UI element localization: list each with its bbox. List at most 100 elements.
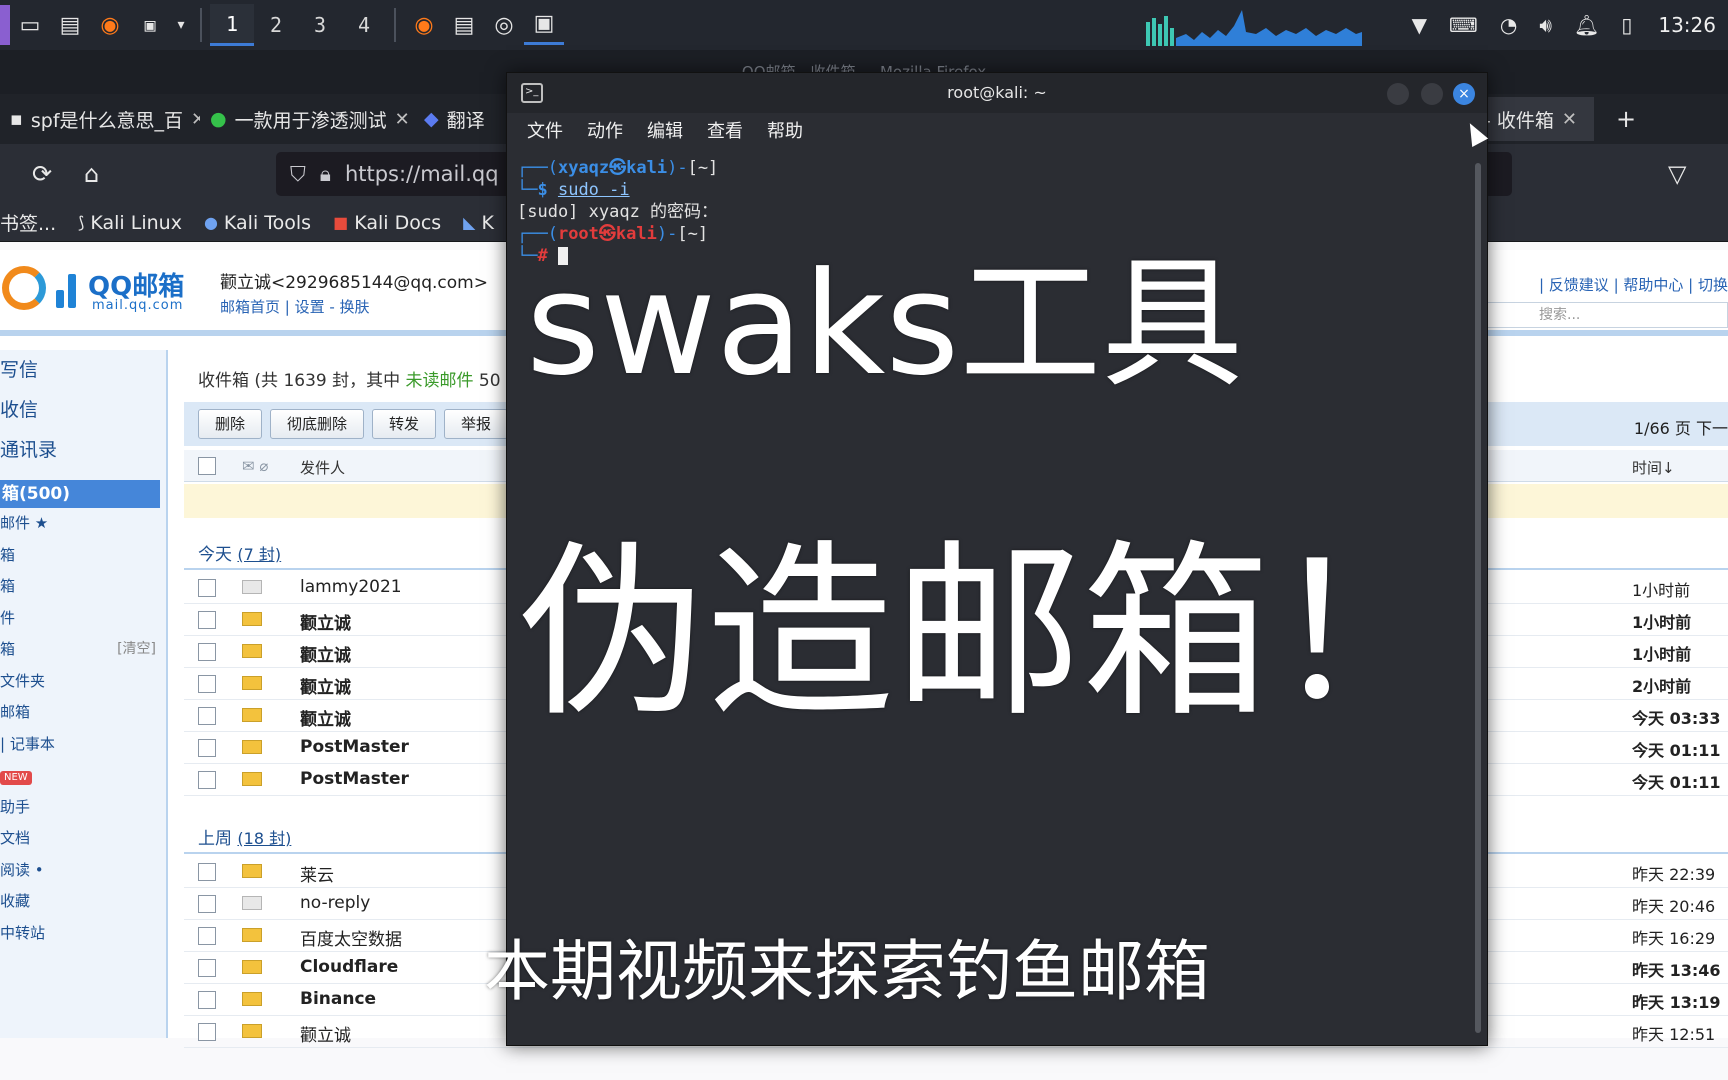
mail-sender[interactable]: 颧立诚 [300,609,351,634]
group-count-link[interactable]: (18 封) [237,829,291,848]
mail-sender[interactable]: PostMaster [300,769,409,789]
account-links[interactable]: 邮箱首页 | 设置 - 换肤 [220,296,370,317]
menu-action[interactable]: 动作 [587,117,623,143]
new-tab-button[interactable]: + [1594,97,1646,141]
clock[interactable]: 13:26 [1658,13,1716,37]
sidebar-item-drafts[interactable]: 箱 [0,540,166,572]
text-editor-icon[interactable]: ▤ [50,5,90,45]
delete-button[interactable]: 删除 [198,409,263,439]
sidebar-item-assistant[interactable]: 助手 [0,792,166,824]
terminal-titlebar[interactable]: >_ root@kali: ~ × [507,73,1487,113]
row-checkbox[interactable] [198,707,216,725]
column-from[interactable]: 发件人 [300,457,345,478]
mail-sender[interactable]: Cloudflare [300,957,398,977]
pocket-icon[interactable]: ▽ [1668,160,1686,188]
group-count-link[interactable]: (7 封) [237,545,281,564]
bookmark-k[interactable]: ◣ K [463,212,494,234]
sidebar-item-transfer[interactable]: 中转站 [0,918,166,950]
qq-mail-logo[interactable]: QQ邮箱 mail.qq.com [0,262,195,318]
tab-qqmail-inbox[interactable]: - 收件箱 ✕ [1474,97,1594,141]
tab-spf[interactable]: ▪ spf是什么意思_百 ✕ [0,97,200,141]
url-text[interactable]: https://mail.qq [345,162,499,186]
select-all-checkbox[interactable] [198,457,216,475]
firefox-window-icon[interactable]: ◉ [404,5,444,45]
row-checkbox[interactable] [198,579,216,597]
battery-icon[interactable]: ▯ [1621,13,1632,37]
menu-help[interactable]: 帮助 [767,117,803,143]
mail-sender[interactable]: PostMaster [300,737,409,757]
mail-sender[interactable]: 颧立诚 [300,705,351,730]
menu-edit[interactable]: 编辑 [647,117,683,143]
forward-button[interactable]: 转发 [372,409,437,439]
sidebar-item-folders[interactable]: 文件夹 [0,666,166,698]
notification-bell-icon[interactable]: 🔔︎ [1574,13,1599,37]
sidebar-item-starred[interactable]: 邮件 ★ [0,508,166,540]
keyboard-icon[interactable]: ⌨ [1449,13,1478,37]
bookmark-kali-linux[interactable]: ⟆ Kali Linux [78,212,182,234]
row-checkbox[interactable] [198,643,216,661]
wifi-icon[interactable]: ▼ [1412,13,1427,37]
sidebar-item-notes[interactable]: | 记事本 [0,729,166,761]
home-icon[interactable]: ⌂ [84,160,99,188]
mail-sender[interactable]: 颧立诚 [300,641,351,666]
tab-pentest[interactable]: ● 一款用于渗透测试 ✕ [200,97,414,141]
mail-sender[interactable]: 颧立诚 [300,1021,351,1046]
sidebar-item-reading[interactable]: 阅读 • [0,855,166,887]
row-checkbox[interactable] [198,895,216,913]
row-checkbox[interactable] [198,863,216,881]
row-checkbox[interactable] [198,675,216,693]
row-checkbox[interactable] [198,959,216,977]
menu-view[interactable]: 查看 [707,117,743,143]
vpn-icon[interactable]: ◔ [1500,13,1517,37]
chevron-down-icon[interactable]: ▾ [170,5,192,45]
minimize-button[interactable] [1387,83,1409,105]
bookmark-kali-docs[interactable]: ■ Kali Docs [333,212,441,234]
contacts-link[interactable]: 通讯录 [0,430,166,470]
sidebar-item-spam[interactable]: 箱 [清空] [0,634,166,666]
maximize-button[interactable] [1421,83,1443,105]
receive-link[interactable]: 收信 [0,390,166,430]
terminal-scrollbar[interactable] [1475,163,1481,1033]
workspace-2[interactable]: 2 [254,4,298,46]
workspace-1[interactable]: 1 [210,4,254,46]
permanent-delete-button[interactable]: 彻底删除 [270,409,365,439]
terminal-window-icon[interactable]: ▣ [524,5,564,45]
sidebar-item-other-mailbox[interactable]: 邮箱 [0,697,166,729]
reload-icon[interactable]: ⟳ [32,160,52,188]
clear-spam-link[interactable]: [清空] [117,634,156,666]
row-checkbox[interactable] [198,739,216,757]
sidebar-item-docs[interactable]: 文档 [0,823,166,855]
lock-icon[interactable]: 🔒︎ [320,162,331,187]
menu-file[interactable]: 文件 [527,117,563,143]
workspace-3[interactable]: 3 [298,4,342,46]
terminal-icon[interactable]: ▣ [130,5,170,45]
row-checkbox[interactable] [198,611,216,629]
close-button[interactable]: × [1453,83,1475,105]
bookmark-kali-tools[interactable]: ● Kali Tools [204,212,311,234]
row-checkbox[interactable] [198,927,216,945]
close-tab-icon[interactable]: ✕ [395,109,410,130]
column-time[interactable]: 时间↓ [1632,457,1675,478]
mail-sender[interactable]: 莱云 [300,861,334,886]
row-checkbox[interactable] [198,771,216,789]
unread-link[interactable]: 未读邮件 [406,371,474,391]
mail-sender[interactable]: 百度太空数据 [300,925,402,950]
mail-sender[interactable]: Binance [300,989,376,1009]
workspace-4[interactable]: 4 [342,4,386,46]
top-links[interactable]: | 反馈建议 | 帮助中心 | 切换 [1539,274,1728,295]
bookmark-menu[interactable]: 书签... [0,209,56,236]
mail-sender[interactable]: lammy2021 [300,577,402,597]
shield-icon[interactable]: ⛉ [290,162,306,187]
mail-sender[interactable]: no-reply [300,893,370,913]
volume-icon[interactable]: 🔊︎ [1539,13,1552,37]
sidebar-item-inbox[interactable]: 箱(500) [0,480,160,508]
file-manager-icon[interactable]: ▭ [10,5,50,45]
app-menu-icon[interactable] [0,5,10,45]
tab-translate[interactable]: ◆ 翻译 [414,97,504,141]
pager[interactable]: 1/66 页 下一 [1634,415,1728,439]
mail-sender[interactable]: 颧立诚 [300,673,351,698]
sidebar-item-favorites[interactable]: 收藏 [0,886,166,918]
obs-window-icon[interactable]: ◎ [484,5,524,45]
firefox-icon[interactable]: ◉ [90,5,130,45]
close-tab-icon[interactable]: ✕ [1562,109,1577,130]
